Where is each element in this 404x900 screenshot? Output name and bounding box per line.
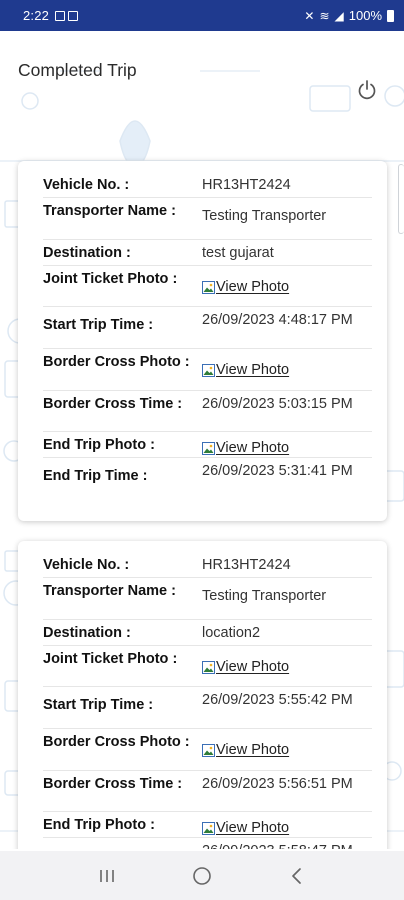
row-joint-ticket-photo: Joint Ticket Photo : View Photo: [43, 266, 372, 307]
row-end-trip-time: End Trip Time : 26/09/2023 5:31:41 PM: [43, 458, 372, 500]
battery-icon: [387, 9, 394, 22]
row-end-trip-photo: End Trip Photo : View Photo: [43, 432, 372, 458]
end-trip-time-label: End Trip Time :: [43, 838, 202, 849]
row-joint-ticket-photo: Joint Ticket Photo : View Photo: [43, 646, 372, 687]
row-vehicle-no: Vehicle No. : HR13HT2424: [43, 172, 372, 198]
border-cross-photo-label: Border Cross Photo :: [43, 734, 190, 750]
status-time: 2:22: [23, 8, 50, 23]
image-icon: [202, 743, 215, 757]
app-header: Completed Trip: [0, 31, 404, 109]
destination-label: Destination :: [43, 245, 131, 261]
battery-percent: 100%: [348, 8, 382, 23]
trip-list[interactable]: Vehicle No. : HR13HT2424 Transporter Nam…: [0, 109, 404, 849]
joint-ticket-photo-label: Joint Ticket Photo :: [43, 271, 178, 287]
start-trip-time-label: Start Trip Time :: [43, 317, 154, 333]
end-trip-photo-label: End Trip Photo :: [43, 817, 155, 833]
vehicle-no-value: HR13HT2424: [202, 557, 291, 573]
border-cross-time-value: 26/09/2023 5:03:15 PM: [202, 396, 353, 412]
recents-icon: [100, 869, 115, 882]
back-button[interactable]: [277, 861, 317, 891]
border-cross-time-label: Border Cross Time :: [43, 396, 183, 412]
transporter-name-label: Transporter Name :: [43, 203, 176, 219]
start-trip-time-label: Start Trip Time :: [43, 697, 154, 713]
row-end-trip-time: End Trip Time : 26/09/2023 5:58:47 PM: [43, 838, 372, 849]
home-icon: [193, 866, 211, 885]
border-cross-time-value: 26/09/2023 5:56:51 PM: [202, 776, 353, 792]
row-destination: Destination : location2: [43, 620, 372, 646]
row-start-trip-time: Start Trip Time : 26/09/2023 5:55:42 PM: [43, 687, 372, 729]
system-nav-bar: [0, 851, 404, 900]
transporter-name-label: Transporter Name :: [43, 583, 176, 599]
vehicle-no-label: Vehicle No. :: [43, 177, 130, 193]
end-trip-time-label: End Trip Time :: [43, 468, 148, 484]
destination-value: location2: [202, 625, 261, 641]
end-trip-time-value: 26/09/2023 5:31:41 PM: [202, 463, 353, 479]
wifi-icon: ≋: [319, 8, 330, 23]
power-icon: [358, 80, 376, 100]
row-border-cross-photo: Border Cross Photo : View Photo: [43, 349, 372, 391]
vehicle-no-label: Vehicle No. :: [43, 557, 130, 573]
row-border-cross-time: Border Cross Time : 26/09/2023 5:03:15 P…: [43, 391, 372, 432]
joint-ticket-photo-label: Joint Ticket Photo :: [43, 651, 178, 667]
destination-label: Destination :: [43, 625, 131, 641]
signal-icon: ◢: [334, 8, 344, 23]
recents-button[interactable]: [87, 861, 127, 891]
transporter-name-value: Testing Transporter: [202, 208, 327, 224]
view-photo-label: View Photo: [216, 440, 290, 456]
power-button[interactable]: [354, 77, 380, 103]
row-start-trip-time: Start Trip Time : 26/09/2023 4:48:17 PM: [43, 307, 372, 349]
start-trip-time-value: 26/09/2023 5:55:42 PM: [202, 692, 353, 708]
border-cross-photo-label: Border Cross Photo :: [43, 354, 190, 370]
mute-icon: ✕: [304, 8, 315, 23]
end-trip-view-photo-link[interactable]: View Photo: [202, 437, 289, 456]
row-border-cross-photo: Border Cross Photo : View Photo: [43, 729, 372, 771]
image-icon: [202, 363, 215, 377]
row-vehicle-no: Vehicle No. : HR13HT2424: [43, 552, 372, 578]
image-icon: [202, 280, 215, 294]
image-icon: [202, 441, 215, 455]
gallery-icon: [68, 10, 79, 21]
start-trip-time-value: 26/09/2023 4:48:17 PM: [202, 312, 353, 328]
view-photo-label: View Photo: [216, 279, 290, 295]
home-button[interactable]: [182, 861, 222, 891]
back-icon: [291, 867, 301, 884]
joint-ticket-view-photo-link[interactable]: View Photo: [202, 656, 289, 675]
joint-ticket-view-photo-link[interactable]: View Photo: [202, 276, 289, 295]
view-photo-label: View Photo: [216, 659, 290, 675]
trip-card: Vehicle No. : HR13HT2424 Transporter Nam…: [18, 541, 387, 849]
transporter-name-value: Testing Transporter: [202, 588, 327, 604]
trip-card: Vehicle No. : HR13HT2424 Transporter Nam…: [18, 161, 387, 521]
notification-icon: [55, 10, 66, 21]
view-photo-label: View Photo: [216, 820, 290, 836]
image-icon: [202, 660, 215, 674]
border-cross-time-label: Border Cross Time :: [43, 776, 183, 792]
view-photo-label: View Photo: [216, 362, 290, 378]
border-cross-view-photo-link[interactable]: View Photo: [202, 739, 289, 758]
view-photo-label: View Photo: [216, 742, 290, 758]
end-trip-view-photo-link[interactable]: View Photo: [202, 817, 289, 836]
end-trip-photo-label: End Trip Photo :: [43, 437, 155, 453]
end-trip-time-value: 26/09/2023 5:58:47 PM: [202, 838, 372, 849]
row-border-cross-time: Border Cross Time : 26/09/2023 5:56:51 P…: [43, 771, 372, 812]
vehicle-no-value: HR13HT2424: [202, 177, 291, 193]
image-icon: [202, 821, 215, 835]
page-title: Completed Trip: [18, 60, 137, 80]
row-end-trip-photo: End Trip Photo : View Photo: [43, 812, 372, 838]
row-transporter-name: Transporter Name : Testing Transporter: [43, 578, 372, 620]
border-cross-view-photo-link[interactable]: View Photo: [202, 359, 289, 378]
row-transporter-name: Transporter Name : Testing Transporter: [43, 198, 372, 240]
row-destination: Destination : test gujarat: [43, 240, 372, 266]
status-bar: 2:22 ✕ ≋ ◢ 100%: [0, 0, 404, 31]
destination-value: test gujarat: [202, 245, 274, 261]
